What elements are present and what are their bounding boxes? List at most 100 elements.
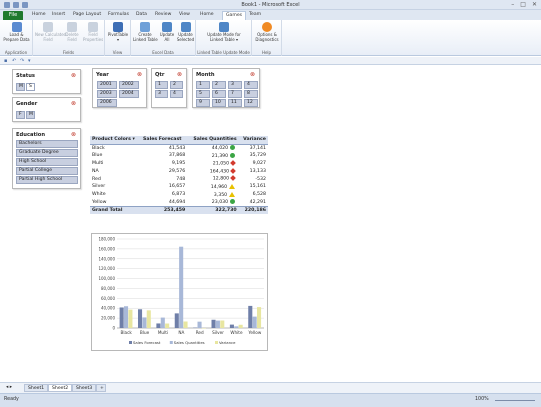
cell-quantity[interactable]: 14,960 [187,183,238,191]
cell-color[interactable]: Red [90,175,141,183]
slicer-item[interactable]: M [26,111,35,119]
slicer-item[interactable]: High School [16,158,78,166]
cell-color[interactable]: White [90,191,141,199]
field-properties-button[interactable]: Field Properties [83,22,103,42]
clear-filter-icon[interactable]: ⊗ [137,72,143,78]
tab-view[interactable]: View [179,12,190,17]
header-product-colors[interactable]: Product Colors ▾ [90,136,142,145]
slicer-item[interactable]: 2002 [119,81,139,89]
table-row[interactable]: Silver 16,657 14,960 15,161 [90,183,268,191]
cell-color[interactable]: Multi [90,160,141,168]
cell-forecast[interactable]: 44,694 [141,199,187,207]
cell-quantity[interactable]: 3,350 [187,191,238,199]
slicer-item[interactable]: Graduate Degree [16,149,78,157]
bar[interactable] [215,320,220,328]
total-quantity[interactable]: 322,730 [187,205,239,215]
bar[interactable] [248,305,253,328]
cell-quantity[interactable]: 23,030 [187,199,238,207]
slicer-item[interactable]: 10 [212,99,226,107]
bar[interactable] [156,323,161,328]
minimize-icon[interactable]: – [511,1,514,8]
slicer-item[interactable]: 8 [244,90,258,98]
cell-forecast[interactable]: 6,873 [141,191,187,199]
table-row[interactable]: White 6,873 3,350 6,528 [90,191,268,199]
bar[interactable] [252,316,257,328]
cell-forecast[interactable]: 16,657 [141,183,187,191]
sheet-tab-2[interactable]: Sheet2 [48,384,73,392]
tab-formulas[interactable]: Formulas [108,12,129,17]
slicer-item[interactable]: 4 [244,81,258,89]
slicer-item[interactable]: 9 [196,99,210,107]
clear-filter-icon[interactable]: ⊗ [177,72,183,78]
table-row[interactable]: Red 748 12,800 -532 [90,175,268,183]
pivottable-button[interactable]: PivotTable ▾ [107,22,129,42]
tab-data[interactable]: Data [136,12,147,17]
slicer-item[interactable]: 2003 [97,90,117,98]
cell-variance[interactable]: -532 [239,175,268,183]
table-row[interactable]: Blue 37,868 21,390 35,729 [90,152,268,160]
cell-variance[interactable]: 13,133 [239,167,268,175]
slicer-item[interactable]: 1 [196,81,210,89]
total-forecast[interactable]: 253,459 [141,205,188,215]
bar[interactable] [257,307,262,328]
slicer-item[interactable]: Bachelors [16,140,78,148]
cell-variance[interactable]: 37,141 [239,144,268,152]
bar[interactable] [165,323,170,328]
customize-dropdown-icon[interactable]: ▾ [28,58,31,64]
sheet-tab-1[interactable]: Sheet1 [24,384,49,392]
update-selected-button[interactable]: Update Selected [176,22,195,42]
clear-filter-icon[interactable]: ⊗ [71,101,77,107]
cell-forecast[interactable]: 37,868 [141,152,187,160]
total-variance[interactable]: 220,186 [238,205,268,215]
bar[interactable] [183,321,188,328]
clear-filter-icon[interactable]: ⊗ [71,73,77,79]
cell-color[interactable]: Black [90,144,141,152]
slicer-item[interactable]: 2 [212,81,226,89]
slicer-item[interactable]: Partial High School [16,176,78,184]
tab-home[interactable]: Home [32,12,46,17]
new-sheet-icon[interactable]: + [96,384,106,392]
bar[interactable] [197,321,202,328]
tab-games[interactable]: Games [222,11,247,20]
slicer-item[interactable]: 1 [155,81,168,89]
maximize-icon[interactable]: □ [520,1,526,8]
tab-team[interactable]: Team [249,12,261,17]
slicer-item[interactable]: 7 [228,90,242,98]
bar[interactable] [229,324,234,328]
update-mode-button[interactable]: Update Mode for Linked Table ▾ [199,22,249,42]
load-prepare-data-button[interactable]: Load & Prepare Data [2,22,31,42]
bar[interactable] [174,313,179,328]
cell-variance[interactable]: 15,161 [239,183,268,191]
create-linked-table-button[interactable]: Create Linked Table [133,22,158,42]
slicer-item[interactable]: 3 [228,81,242,89]
cell-quantity[interactable]: 21,050 [187,159,238,168]
bar[interactable] [146,310,151,328]
table-row[interactable]: NA 29,576 164,430 13,133 [90,167,268,175]
slicer-item[interactable]: 11 [228,99,242,107]
undo-icon[interactable]: ↶ [12,58,16,64]
slicer-item[interactable]: F [16,111,25,119]
bar[interactable] [138,309,143,328]
tab-review[interactable]: Review [155,12,171,17]
pivot-table[interactable]: Product Colors ▾ Sales Forecast Sales Qu… [90,136,268,215]
new-calculated-field-button[interactable]: New Calculated Field [35,22,66,42]
cell-forecast[interactable]: 29,576 [141,167,187,175]
table-row[interactable]: Yellow 44,694 23,030 42,291 [90,199,268,207]
cell-variance[interactable]: 9,027 [239,160,268,168]
close-icon[interactable]: ✕ [532,1,537,8]
slicer-item[interactable]: 2001 [97,81,117,89]
clear-filter-icon[interactable]: ⊗ [71,132,77,138]
cell-forecast[interactable]: 41,543 [141,144,187,152]
tab-file[interactable]: File [3,11,23,20]
table-row[interactable]: Black 41,543 44,020 37,141 [90,144,268,152]
bar[interactable] [142,317,147,328]
grand-total-row[interactable]: Grand Total 253,459 322,730 220,186 [90,205,268,215]
bar[interactable] [124,306,129,328]
update-all-button[interactable]: Update All [159,22,175,42]
cell-color[interactable]: Silver [90,183,141,191]
cell-color[interactable]: Yellow [90,199,141,207]
tab-insert[interactable]: Insert [52,12,65,17]
bar[interactable] [234,326,239,328]
cell-quantity[interactable]: 21,390 [187,152,238,160]
zoom-level[interactable]: 100% [475,397,489,402]
